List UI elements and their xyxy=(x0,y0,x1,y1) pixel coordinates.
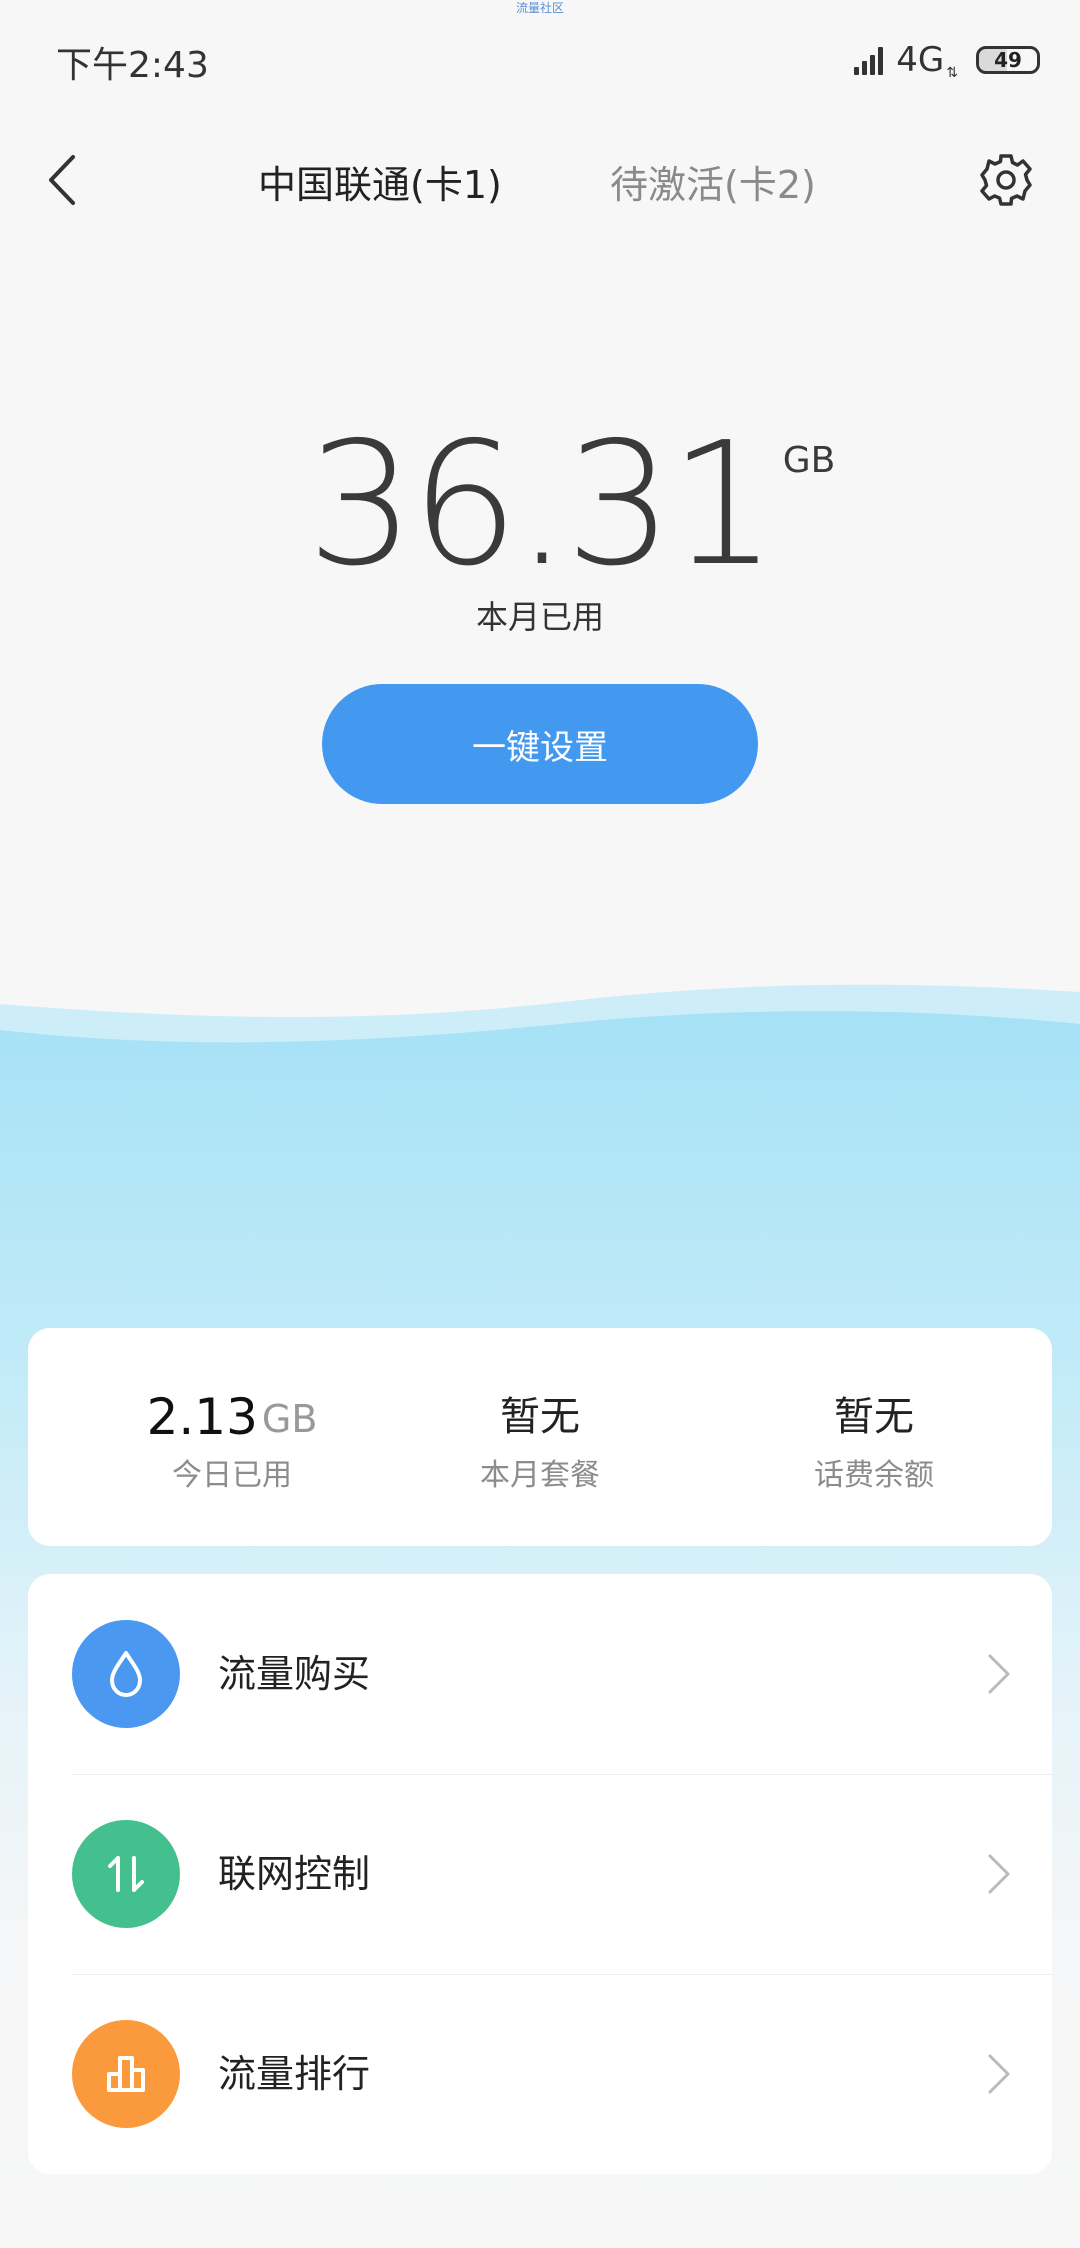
header: 中国联通(卡1) 待激活(卡2) xyxy=(0,140,1080,220)
stat-label: 今日已用 xyxy=(172,1458,292,1493)
stat-value: 2.13 xyxy=(146,1388,258,1446)
up-down-arrows-icon xyxy=(108,1856,144,1892)
menu-icon-circle xyxy=(72,1820,180,1928)
status-bar: 下午2:43 4G ⇅ 49 xyxy=(0,28,1080,88)
water-drop-icon xyxy=(110,1651,142,1697)
stat-label: 话费余额 xyxy=(814,1458,934,1493)
back-button[interactable] xyxy=(38,150,86,210)
bar-chart-icon xyxy=(107,2056,145,2092)
stat-value: 暂无 xyxy=(500,1394,580,1440)
stat-monthly-plan[interactable]: 暂无 本月套餐 xyxy=(390,1386,690,1494)
watermark-text: 流量社区 xyxy=(515,1,564,15)
stat-balance[interactable]: 暂无 话费余额 xyxy=(724,1386,1024,1494)
stat-unit: GB xyxy=(261,1397,318,1441)
tab-sim1[interactable]: 中国联通(卡1) xyxy=(258,154,502,209)
gear-icon xyxy=(980,154,1032,206)
stat-today-usage[interactable]: 2.13 GB 今日已用 xyxy=(82,1386,382,1494)
stats-card: 2.13 GB 今日已用 暂无 本月套餐 暂无 话费余额 xyxy=(28,1328,1052,1546)
menu-icon-circle xyxy=(72,1620,180,1728)
network-label: 4G xyxy=(896,40,945,80)
back-arrow-icon xyxy=(49,155,75,205)
one-key-setup-button[interactable]: 一键设置 xyxy=(322,684,758,804)
chevron-right-icon xyxy=(988,1654,1010,1694)
usage-label: 本月已用 xyxy=(475,598,604,636)
menu-icon-circle xyxy=(72,2020,180,2128)
chevron-right-icon xyxy=(988,2054,1010,2094)
network-type: 4G ⇅ xyxy=(896,40,958,80)
usage-row: 36.31 GB xyxy=(307,420,836,590)
battery-level: 49 xyxy=(994,48,1022,72)
stat-value: 暂无 xyxy=(834,1394,914,1440)
battery-icon: 49 xyxy=(976,46,1040,74)
monthly-usage: 36.31 GB 本月已用 xyxy=(0,420,1080,636)
menu-label: 流量购买 xyxy=(218,1652,371,1696)
menu-card: 流量购买 联网控制 流量排行 xyxy=(28,1574,1052,2174)
menu-label: 联网控制 xyxy=(218,1852,371,1896)
status-time: 下午2:43 xyxy=(56,45,209,86)
usage-value: 36.31 xyxy=(306,406,778,604)
menu-item-data-ranking[interactable]: 流量排行 xyxy=(28,1974,1052,2174)
stat-label: 本月套餐 xyxy=(480,1458,600,1493)
status-icons: 4G ⇅ 49 xyxy=(854,40,1040,80)
menu-label: 流量排行 xyxy=(218,2052,371,2096)
menu-item-network-control[interactable]: 联网控制 xyxy=(28,1774,1052,1974)
usage-unit: GB xyxy=(782,440,836,481)
chevron-right-icon xyxy=(988,1854,1010,1894)
tab-sim2[interactable]: 待激活(卡2) xyxy=(610,154,816,209)
data-arrows-icon: ⇅ xyxy=(946,65,958,81)
settings-button[interactable] xyxy=(976,150,1036,210)
menu-item-buy-data[interactable]: 流量购买 xyxy=(28,1574,1052,1774)
signal-icon xyxy=(854,45,888,75)
